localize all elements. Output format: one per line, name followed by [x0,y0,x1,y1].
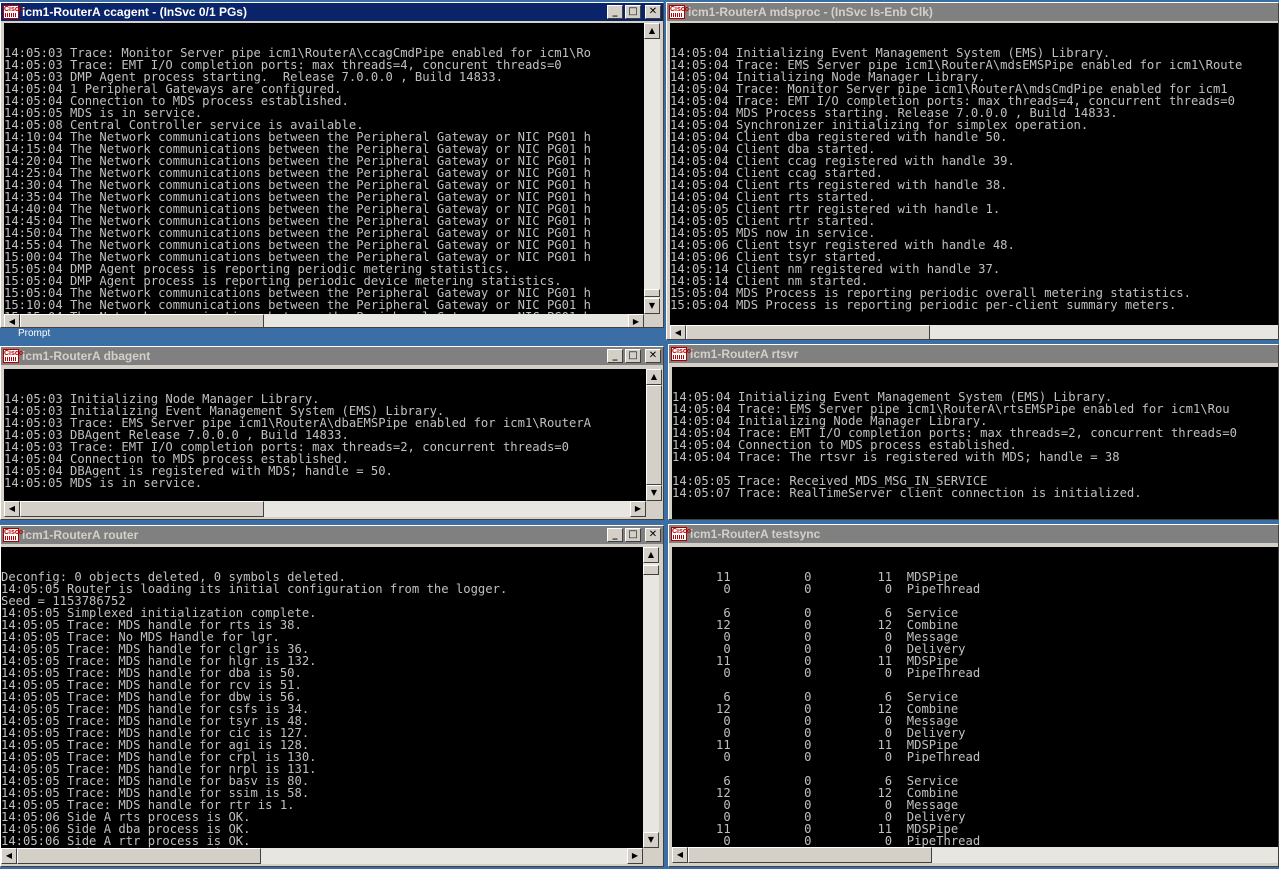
console-line: 0 0 0 PipeThread [672,750,981,764]
scroll-left-button[interactable]: ◀ [672,847,688,863]
scroll-down-button[interactable]: ▼ [643,832,659,848]
close-button[interactable]: ✕ [645,528,661,542]
maximize-button[interactable]: □ [625,5,641,19]
console-output[interactable]: 14:05:03 Trace: Monitor Server pipe icm1… [4,23,644,314]
scroll-down-button[interactable]: ▼ [644,298,660,314]
vertical-scrollbar[interactable]: ▲ ▼ [643,547,659,848]
console-line: 14:05:05 MDS is in service. [4,476,203,490]
console-output[interactable]: 14:05:04 Initializing Event Management S… [670,23,1278,325]
console-lines: 11 0 11 MDSPipe 0 0 0 PipeThread 6 0 6 S… [672,571,1278,847]
window-title: icm1-RouterA rtsvr [690,347,799,361]
scroll-thumb[interactable] [644,289,660,297]
scroll-thumb[interactable] [20,314,264,327]
console-output[interactable]: 14:05:04 Initializing Event Management S… [672,367,1278,519]
scroll-down-button[interactable]: ▼ [646,485,662,501]
ccagent-titlebar[interactable]: Cisco icm1-RouterA ccagent - (InSvc 0/1 … [1,3,663,21]
console-output[interactable]: 14:05:03 Initializing Node Manager Libra… [4,369,646,501]
horizontal-scrollbar[interactable]: ◀ ▶ [1,848,643,864]
console-lines: 14:05:04 Initializing Event Management S… [670,47,1278,312]
console-output[interactable]: Deconfig: 0 objects deleted, 0 symbols d… [1,547,643,848]
scroll-right-button[interactable]: ▶ [627,848,643,864]
console-output[interactable]: 11 0 11 MDSPipe 0 0 0 PipeThread 6 0 6 S… [672,547,1278,847]
scroll-left-button[interactable]: ◀ [4,314,20,327]
testsync-titlebar[interactable]: Cisco icm1-RouterA testsync [669,525,1278,543]
window-title: icm1-RouterA mdsproc - (InSvc Is-Enb Clk… [688,5,933,19]
window-title: icm1-RouterA router [22,528,139,542]
rtsvr-titlebar[interactable]: Cisco icm1-RouterA rtsvr [669,345,1278,363]
scroll-left-button[interactable]: ◀ [1,848,17,864]
cisco-icon: Cisco [669,5,689,19]
scroll-thumb[interactable] [686,325,930,339]
console-lines: 14:05:03 Initializing Node Manager Libra… [4,393,646,489]
vertical-scrollbar[interactable]: ▲ ▼ [644,23,660,314]
cisco-icon: Cisco [3,5,23,19]
desktop-label: Prompt [18,328,51,339]
close-button[interactable]: ✕ [645,5,661,19]
maximize-button[interactable]: □ [625,349,641,363]
mdsproc-window[interactable]: Cisco icm1-RouterA mdsproc - (InSvc Is-E… [666,2,1279,340]
horizontal-scrollbar[interactable]: ◀ [670,325,1278,339]
console-line: 15:05:04 MDS Process is reporting period… [670,298,1177,312]
console-lines: Deconfig: 0 objects deleted, 0 symbols d… [1,571,643,848]
dbagent-titlebar[interactable]: Cisco icm1-RouterA dbagent _ □ ✕ [1,347,663,365]
horizontal-scrollbar[interactable]: ◀ ▶ [4,501,646,517]
size-grip[interactable] [646,501,662,517]
console-line: 0 0 0 PipeThread [672,834,981,847]
vertical-scrollbar[interactable]: ▲ ▼ [646,369,662,501]
cisco-icon: Cisco [671,527,691,541]
scroll-thumb[interactable] [643,565,659,575]
scroll-right-button[interactable]: ▶ [630,501,646,517]
rtsvr-window[interactable]: Cisco icm1-RouterA rtsvr 14:05:04 Initia… [668,344,1279,520]
scroll-up-button[interactable]: ▲ [643,547,659,563]
console-line: 14:05:07 Trace: RealTimeServer client co… [672,486,1142,500]
minimize-button[interactable]: _ [607,528,623,542]
scroll-thumb[interactable] [688,847,932,863]
window-title: icm1-RouterA ccagent - (InSvc 0/1 PGs) [22,5,247,19]
horizontal-scrollbar[interactable]: ◀ [672,847,1278,863]
close-button[interactable]: ✕ [645,349,661,363]
testsync-window[interactable]: Cisco icm1-RouterA testsync 11 0 11 MDSP… [668,524,1279,867]
scroll-left-button[interactable]: ◀ [670,325,686,339]
scroll-thumb[interactable] [20,501,264,517]
console-line: 0 0 0 PipeThread [672,666,981,680]
ccagent-window[interactable]: Cisco icm1-RouterA ccagent - (InSvc 0/1 … [0,2,664,328]
scroll-thumb[interactable] [17,848,261,864]
size-grip[interactable] [644,314,660,327]
console-lines: 14:05:03 Trace: Monitor Server pipe icm1… [4,47,644,314]
cisco-icon: Cisco [3,528,23,542]
window-title: icm1-RouterA testsync [690,527,821,541]
scroll-up-button[interactable]: ▲ [644,23,660,39]
mdsproc-titlebar[interactable]: Cisco icm1-RouterA mdsproc - (InSvc Is-E… [667,3,1278,21]
scroll-left-button[interactable]: ◀ [4,501,20,517]
window-title: icm1-RouterA dbagent [22,349,151,363]
router-titlebar[interactable]: Cisco icm1-RouterA router _ □ ✕ [1,526,663,544]
router-window[interactable]: Cisco icm1-RouterA router _ □ ✕ Deconfig… [0,525,664,867]
size-grip[interactable] [643,848,659,864]
scroll-up-button[interactable]: ▲ [646,369,662,385]
minimize-button[interactable]: _ [607,5,623,19]
maximize-button[interactable]: □ [625,528,641,542]
cisco-icon: Cisco [3,349,23,363]
cisco-icon: Cisco [671,347,691,361]
horizontal-scrollbar[interactable]: ◀ ▶ [4,314,644,327]
console-line: 14:05:04 Trace: The rtsvr is registered … [672,450,1120,464]
console-line: 0 0 0 PipeThread [672,582,981,596]
scroll-thumb[interactable] [646,385,662,485]
console-lines: 14:05:04 Initializing Event Management S… [672,391,1278,500]
minimize-button[interactable]: _ [607,349,623,363]
scroll-right-button[interactable]: ▶ [628,314,644,327]
dbagent-window[interactable]: Cisco icm1-RouterA dbagent _ □ ✕ 14:05:0… [0,346,664,520]
